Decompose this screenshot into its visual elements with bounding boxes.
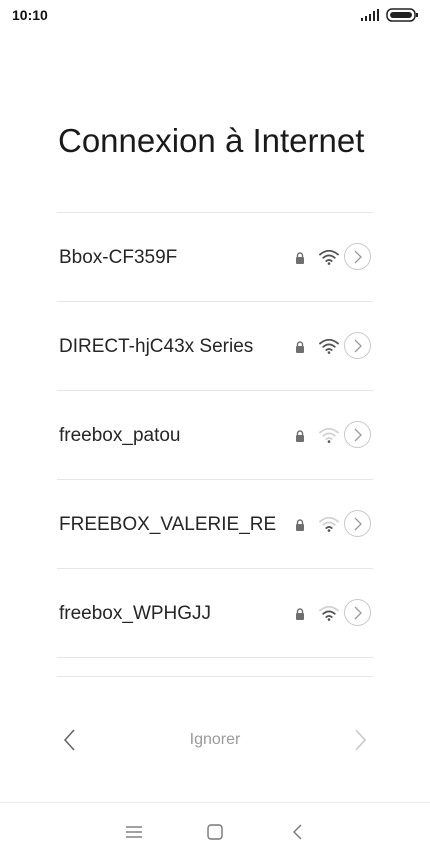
- signal-icon: [361, 9, 379, 21]
- network-details-button[interactable]: [344, 510, 371, 537]
- lock-icon: [296, 341, 304, 353]
- network-details-button[interactable]: [344, 332, 371, 359]
- chevron-left-icon[interactable]: [60, 727, 80, 753]
- system-navigation-bar: [0, 802, 430, 861]
- network-item[interactable]: DIRECT-hjC43x Series: [57, 302, 373, 391]
- menu-icon[interactable]: [124, 823, 144, 841]
- status-bar: 10:10: [0, 0, 430, 30]
- page-title: Connexion à Internet: [58, 122, 365, 159]
- network-name: Bbox-CF359F: [59, 247, 178, 268]
- lock-icon: [296, 430, 304, 442]
- skip-button[interactable]: Ignorer: [165, 731, 265, 749]
- wifi-icon: [319, 427, 339, 443]
- battery-icon: [386, 8, 418, 22]
- network-item[interactable]: freebox_WPHGJJ: [57, 569, 373, 658]
- chevron-right-icon: [354, 517, 362, 531]
- list-divider: [57, 676, 373, 677]
- network-details-button[interactable]: [344, 243, 371, 270]
- back-chevron-icon[interactable]: [288, 823, 308, 841]
- network-name: freebox_WPHGJJ: [59, 603, 212, 624]
- network-item[interactable]: Bbox-CF359F: [57, 213, 373, 302]
- lock-icon: [296, 608, 304, 620]
- network-item[interactable]: freebox_patou: [57, 391, 373, 480]
- network-details-button[interactable]: [344, 599, 371, 626]
- wifi-icon: [319, 516, 339, 532]
- network-item[interactable]: FREEBOX_VALERIE_RE: [57, 480, 373, 569]
- chevron-right-icon: [354, 339, 362, 353]
- network-details-button[interactable]: [344, 421, 371, 448]
- lock-icon: [296, 519, 304, 531]
- chevron-right-icon[interactable]: [350, 727, 370, 753]
- chevron-right-icon: [354, 606, 362, 620]
- wifi-icon: [319, 249, 339, 265]
- lock-icon: [296, 252, 304, 264]
- network-name: DIRECT-hjC43x Series: [59, 336, 254, 357]
- wifi-icon: [319, 605, 339, 621]
- status-time: 10:10: [12, 7, 48, 23]
- network-name: freebox_patou: [59, 425, 181, 446]
- chevron-right-icon: [354, 428, 362, 442]
- wifi-network-list: Bbox-CF359F DIRECT-hjC43x Series freebox…: [57, 212, 373, 658]
- chevron-right-icon: [354, 250, 362, 264]
- wifi-icon: [319, 338, 339, 354]
- network-name: FREEBOX_VALERIE_RE: [59, 514, 277, 535]
- home-square-icon[interactable]: [205, 823, 225, 841]
